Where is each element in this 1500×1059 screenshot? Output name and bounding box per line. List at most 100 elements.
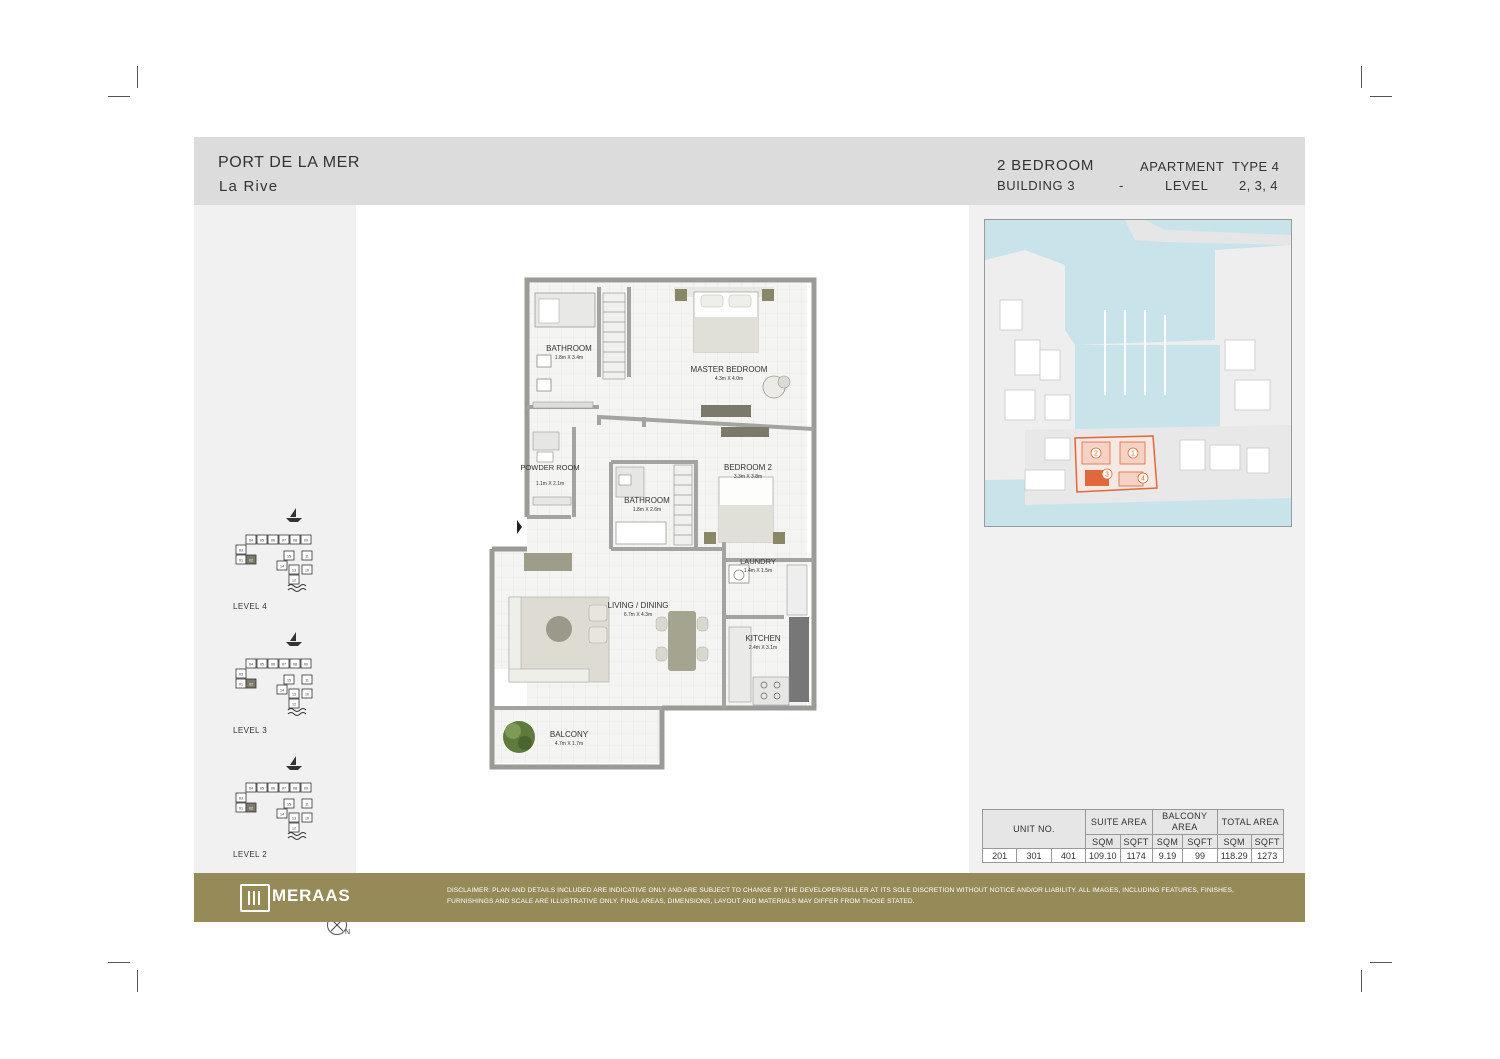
building-name: BUILDING 3 [997, 178, 1076, 193]
disclaimer-text: DISCLAIMER: PLAN AND DETAILS INCLUDED AR… [447, 887, 1234, 905]
key-plan-unit-label: 09 [304, 787, 308, 791]
unit-number-header: UNIT NO. [982, 809, 1086, 849]
key-plan-unit-label: 11 [305, 555, 309, 559]
room-size: 4.3m X 4.0m [715, 376, 743, 382]
crop-mark [137, 66, 138, 88]
key-plan-unit-label: 08 [293, 663, 297, 667]
brand-name: MERAAS [272, 886, 351, 905]
total-sqft: 1273 [1250, 848, 1284, 863]
key-plan-unit-label: 12 [292, 703, 296, 707]
key-plan-unit-label: 01 [239, 559, 243, 563]
sqm-header: SQM [1216, 834, 1252, 849]
sqft-header: SQFT [1250, 834, 1284, 849]
key-plan-unit-label: 10 [305, 693, 309, 697]
sqft-header: SQFT [1119, 834, 1153, 849]
key-plan-unit-label: 11 [305, 803, 309, 807]
floor-plan-sheet: PORT DE LA MER La Rive 2 BEDROOM BUILDIN… [194, 137, 1305, 936]
apartment-label: APARTMENT [1140, 159, 1225, 174]
unit-number: 401 [1050, 848, 1087, 863]
key-plan-unit-label: 02 [249, 559, 253, 563]
balcony-area-header: BALCONY AREA [1151, 809, 1218, 835]
key-plan-unit-label: 04 [249, 663, 253, 667]
key-plan-unit-label: 15 [287, 803, 291, 807]
boat-icon [286, 632, 302, 646]
key-plan-unit-label: 04 [249, 539, 253, 543]
balcony-sqft: 99 [1182, 848, 1218, 863]
crop-mark [1370, 962, 1392, 963]
key-plan-unit-label: 06 [271, 663, 275, 667]
key-plan-unit-label: 07 [282, 539, 286, 543]
balcony-sqm: 9.19 [1151, 848, 1184, 863]
key-plan-unit-label: 03 [239, 673, 243, 677]
floor-plan: BATHROOM 1.8m X 3.4m MASTER BEDROOM 4.3m… [489, 277, 819, 782]
room-name-laundry: LAUNDRY [740, 557, 776, 566]
room-size: 1.8m X 2.6m [633, 507, 661, 513]
crop-mark [1361, 66, 1362, 88]
development-name: La Rive [219, 178, 279, 195]
boat-icon [286, 756, 302, 770]
site-marker-label: 2 [1094, 451, 1098, 458]
waves-icon [287, 832, 307, 840]
key-plan-unit-label: 13 [292, 817, 296, 821]
key-plan-unit-label: 02 [249, 807, 253, 811]
crop-mark [108, 96, 130, 97]
room-name-bathroom: BATHROOM [546, 344, 592, 353]
key-plan-unit-label: 02 [249, 683, 253, 687]
key-plan-unit-label: 13 [292, 569, 296, 573]
key-plan-level-3: 04 05 06 07 08 09 03 01 02 15 14 13 12 11 10 [232, 624, 322, 724]
key-plan-unit-label: 08 [293, 539, 297, 543]
key-plan-column: 04 05 06 07 08 09 03 01 02 15 14 13 12 11 10 LEVEL 4 0… [194, 205, 356, 936]
sqft-header: SQFT [1182, 834, 1218, 849]
room-size: 4.7m X 1.7m [555, 741, 583, 747]
sqm-header: SQM [1085, 834, 1121, 849]
key-plan-unit-label: 06 [271, 787, 275, 791]
sqm-header: SQM [1151, 834, 1184, 849]
total-sqm: 118.29 [1216, 848, 1252, 863]
key-plan-unit-label: 06 [271, 539, 275, 543]
total-area-header: TOTAL AREA [1216, 809, 1284, 835]
key-plan-unit-label: 01 [239, 807, 243, 811]
room-size: 1.4m X 1.5m [744, 568, 772, 574]
footer-bar: MERAAS DISCLAIMER: PLAN AND DETAILS INCL… [194, 873, 1305, 922]
site-marker-label: 3 [1105, 472, 1109, 479]
key-plan-unit-label: 04 [249, 787, 253, 791]
floor-plan-drawing: BATHROOM 1.8m X 3.4m MASTER BEDROOM 4.3m… [489, 277, 817, 770]
unit-number: 201 [981, 848, 1018, 863]
unit-number: 301 [1016, 848, 1052, 863]
key-plan-unit-label: 05 [260, 787, 264, 791]
suite-sqft: 1174 [1119, 848, 1153, 863]
room-size: 1.1m X 2.1m [536, 481, 564, 487]
site-marker-label: 4 [1141, 476, 1145, 483]
key-plan-label: LEVEL 2 [233, 850, 268, 859]
area-table: UNIT NO. SUITE AREA BALCONY AREA TOTAL A… [981, 809, 1284, 863]
key-plan-unit-label: 08 [293, 787, 297, 791]
key-plan-unit-label: 07 [282, 663, 286, 667]
key-plan-unit-label: 14 [280, 565, 284, 569]
crop-mark [137, 970, 138, 992]
key-plan-unit-label: 05 [260, 539, 264, 543]
crop-mark [1370, 96, 1392, 97]
key-plan-unit-label: 09 [304, 539, 308, 543]
key-plan-unit-label: 09 [304, 663, 308, 667]
key-plan-drawing: 04 05 06 07 08 09 03 01 02 15 14 13 12 11 10 [235, 508, 313, 592]
level-values: 2, 3, 4 [1239, 178, 1278, 193]
key-plan-unit-label: 01 [239, 683, 243, 687]
bedroom-count: 2 BEDROOM [997, 157, 1095, 174]
room-name-powder-room: POWDER ROOM [520, 463, 579, 472]
key-plan-unit-label: 10 [305, 817, 309, 821]
key-plan-unit-label: 15 [287, 679, 291, 683]
room-name-kitchen: KITCHEN [745, 634, 780, 643]
key-plan-unit-label: 05 [260, 663, 264, 667]
key-plan-drawing: 04 05 06 07 08 09 03 01 02 15 14 13 12 11 10 [235, 756, 313, 840]
waves-icon [287, 584, 307, 592]
crop-mark [108, 962, 130, 963]
meraas-logo-icon [240, 884, 270, 912]
suite-area-header: SUITE AREA [1085, 809, 1153, 835]
waves-icon [287, 708, 307, 716]
room-size: 2.4m X 3.1m [749, 645, 777, 651]
compass-north-label: N [345, 929, 351, 936]
crop-mark [1361, 970, 1362, 992]
key-plan-label: LEVEL 3 [233, 726, 268, 735]
suite-sqm: 109.10 [1085, 848, 1121, 863]
key-plan-unit-label: 11 [305, 679, 309, 683]
